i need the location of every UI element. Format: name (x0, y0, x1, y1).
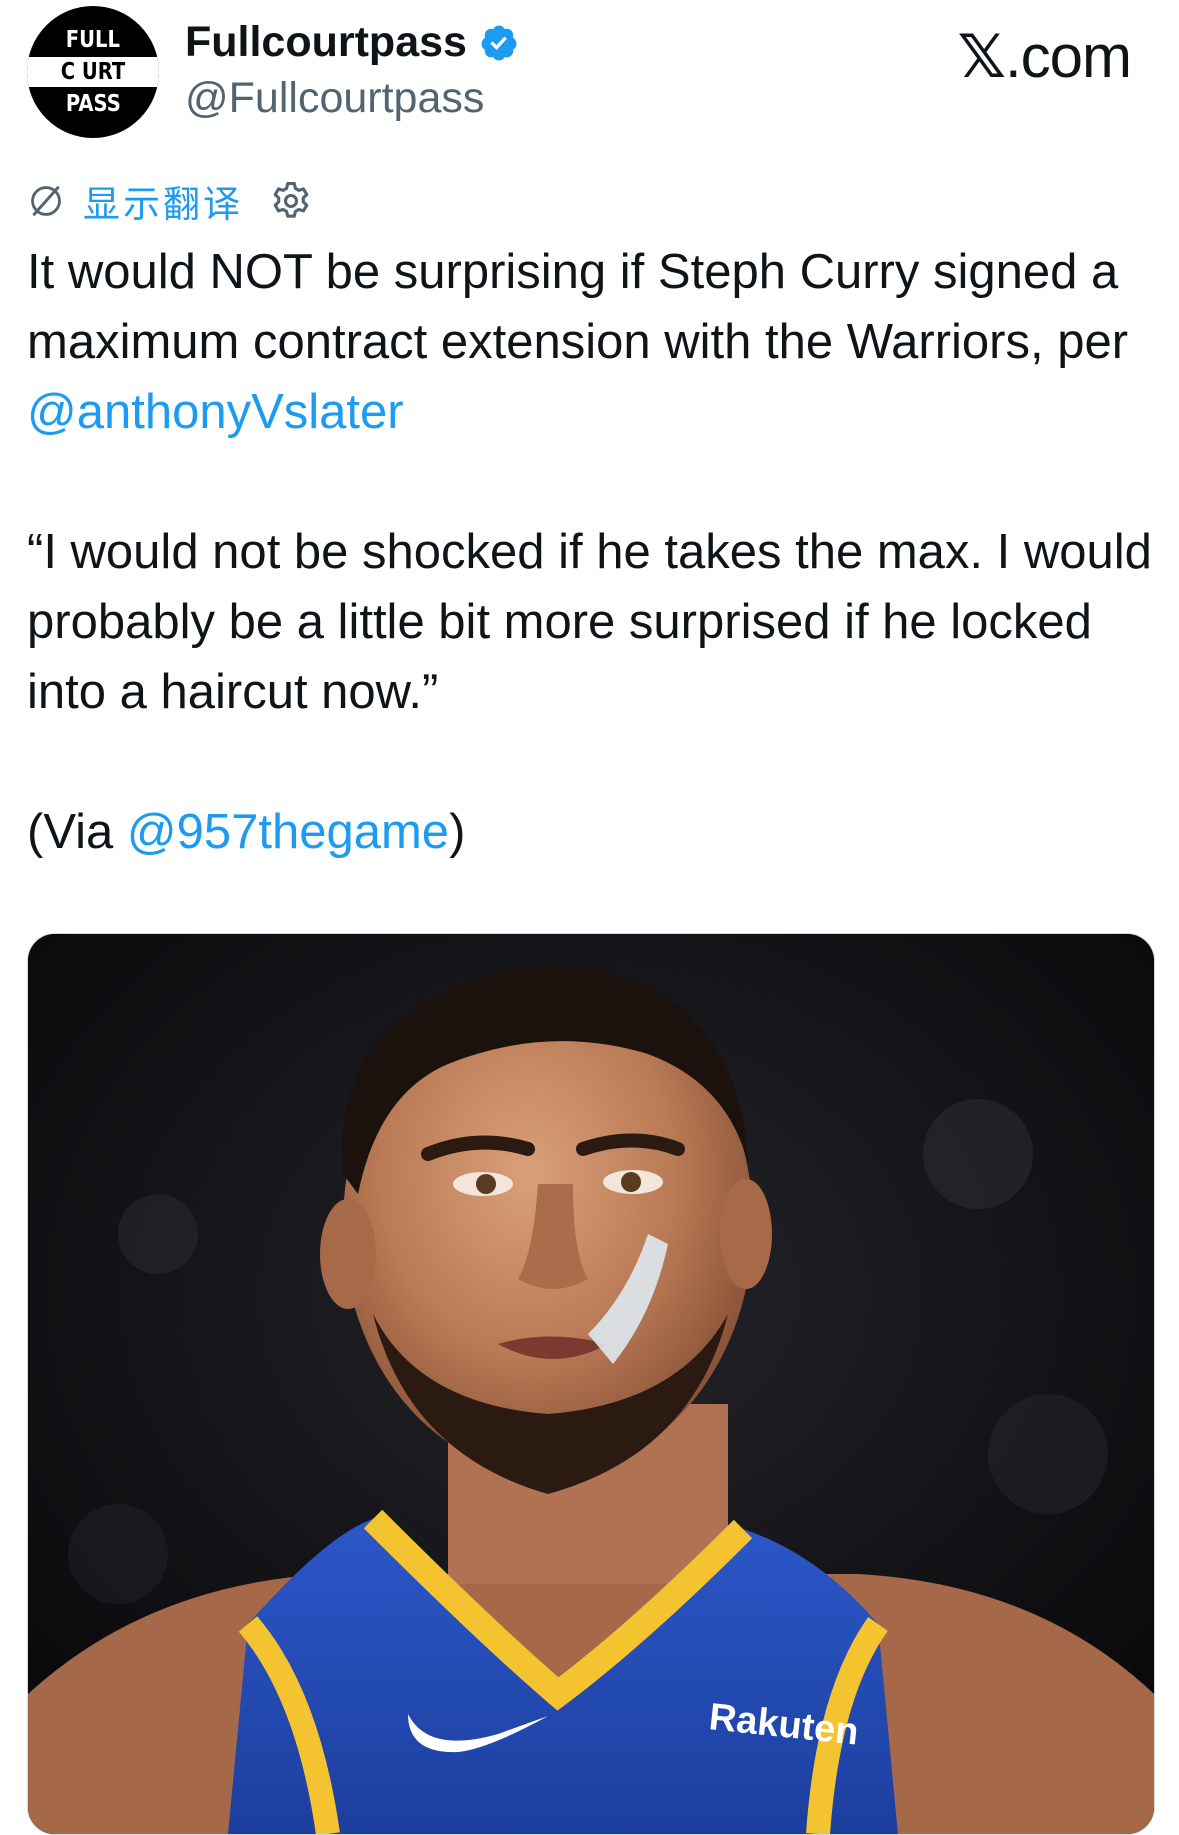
tweet-text: It would NOT be surprising if Steph Curr… (27, 237, 1157, 867)
tweet-photo[interactable]: Rakuten (27, 933, 1155, 1835)
logo-line-3: PASS (65, 91, 121, 117)
author-name[interactable]: Fullcourtpass (185, 18, 467, 67)
via-suffix: ) (449, 805, 466, 859)
translate-globe-icon (31, 185, 61, 217)
x-com-watermark: 𝕏.com (957, 22, 1132, 92)
tweet-paragraph-1: It would NOT be surprising if Steph Curr… (27, 237, 1157, 447)
tweet-line-1: It would NOT be surprising if Steph Curr… (27, 245, 1129, 369)
mention-957thegame[interactable]: @957thegame (127, 805, 449, 859)
avatar[interactable]: FULL C URT PASS (27, 6, 159, 138)
logo-line-1: FULL (65, 27, 121, 53)
x-logo-icon: 𝕏 (957, 22, 1006, 92)
photo-steph-curry: Rakuten (28, 934, 1154, 1834)
tweet-quote: “I would not be shocked if he takes the … (27, 525, 1152, 719)
show-translation-link[interactable]: 显示翻译 (83, 174, 243, 228)
brand-domain: .com (1004, 23, 1132, 90)
author-name-row[interactable]: Fullcourtpass (185, 18, 519, 67)
via-prefix: (Via (27, 805, 127, 859)
logo-line-2: C URT (60, 59, 126, 85)
author-handle[interactable]: @Fullcourtpass (185, 74, 484, 123)
tweet-header: FULL C URT PASS Fullcourtpass @Fullcourt… (0, 0, 1179, 150)
verified-badge-icon (481, 25, 517, 60)
translate-row: 显示翻译 (27, 178, 313, 226)
gear-icon[interactable] (269, 179, 313, 223)
tweet-via: (Via @957thegame) (27, 797, 1157, 867)
mention-anthonyvslater[interactable]: @anthonyVslater (27, 385, 404, 439)
logo-band: C URT (27, 57, 159, 87)
